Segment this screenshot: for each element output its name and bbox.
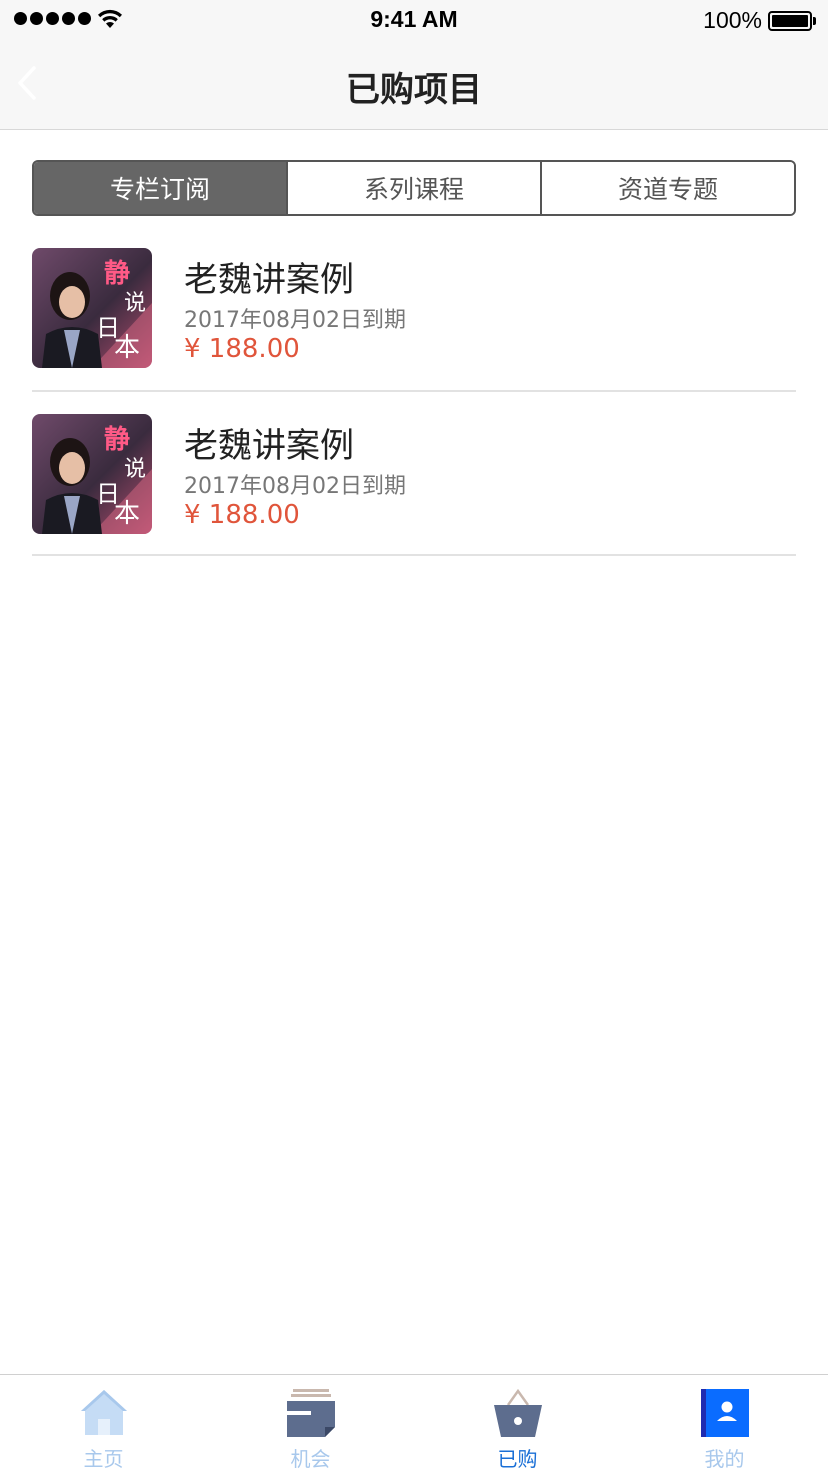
segment-column-subscription[interactable]: 专栏订阅 <box>34 162 286 214</box>
tab-opportunities[interactable]: 机会 <box>207 1375 414 1472</box>
tab-label: 主页 <box>83 1447 124 1471</box>
tab-bar: 主页 机会 已购 我的 <box>0 1374 828 1472</box>
tab-label: 已购 <box>497 1447 538 1471</box>
svg-text:静: 静 <box>104 258 130 289</box>
list-item[interactable]: 静 说 日 本 老魏讲案例 2017年08月02日到期 ¥ 188.00 <box>32 226 796 392</box>
item-title: 老魏讲案例 <box>184 260 354 300</box>
item-price: ¥ 188.00 <box>184 500 300 530</box>
svg-text:静: 静 <box>104 424 130 455</box>
tab-home[interactable]: 主页 <box>0 1375 207 1472</box>
item-price: ¥ 188.00 <box>184 334 300 364</box>
svg-text:说: 说 <box>124 291 146 316</box>
home-icon <box>80 1390 127 1435</box>
list-item[interactable]: 静 说 日 本 老魏讲案例 2017年08月02日到期 ¥ 188.00 <box>32 392 796 556</box>
segmented-control: 专栏订阅 系列课程 资道专题 <box>32 160 796 216</box>
segment-topics[interactable]: 资道专题 <box>540 162 794 214</box>
page-title: 已购项目 <box>346 70 482 110</box>
course-thumbnail: 静 说 日 本 <box>32 248 152 368</box>
battery-icon <box>768 11 816 31</box>
purchased-projects-screen: 9:41 AM 100% 已购项目 专栏订阅 系列课程 资道专题 静 说 日 本… <box>0 0 828 1472</box>
svg-text:说: 说 <box>124 457 146 482</box>
tab-profile[interactable]: 我的 <box>621 1375 828 1472</box>
folder-icon <box>286 1389 335 1437</box>
item-expiry-date: 2017年08月02日到期 <box>184 474 406 499</box>
course-thumbnail: 静 说 日 本 <box>32 414 152 534</box>
user-icon <box>700 1389 749 1437</box>
navigation-bar: 已购项目 <box>0 40 828 130</box>
tab-label: 我的 <box>704 1447 745 1471</box>
svg-text:本: 本 <box>114 499 140 529</box>
item-title: 老魏讲案例 <box>184 426 354 466</box>
battery-percentage: 100% <box>703 7 762 33</box>
tab-label: 机会 <box>290 1447 331 1471</box>
status-bar: 9:41 AM 100% <box>0 0 828 40</box>
item-expiry-date: 2017年08月02日到期 <box>184 308 406 333</box>
svg-text:本: 本 <box>114 333 140 363</box>
basket-icon <box>493 1388 542 1437</box>
segment-series-courses[interactable]: 系列课程 <box>286 162 540 214</box>
purchased-list: 静 说 日 本 老魏讲案例 2017年08月02日到期 ¥ 188.00 静 说… <box>32 226 796 556</box>
tab-purchased[interactable]: 已购 <box>414 1375 621 1472</box>
